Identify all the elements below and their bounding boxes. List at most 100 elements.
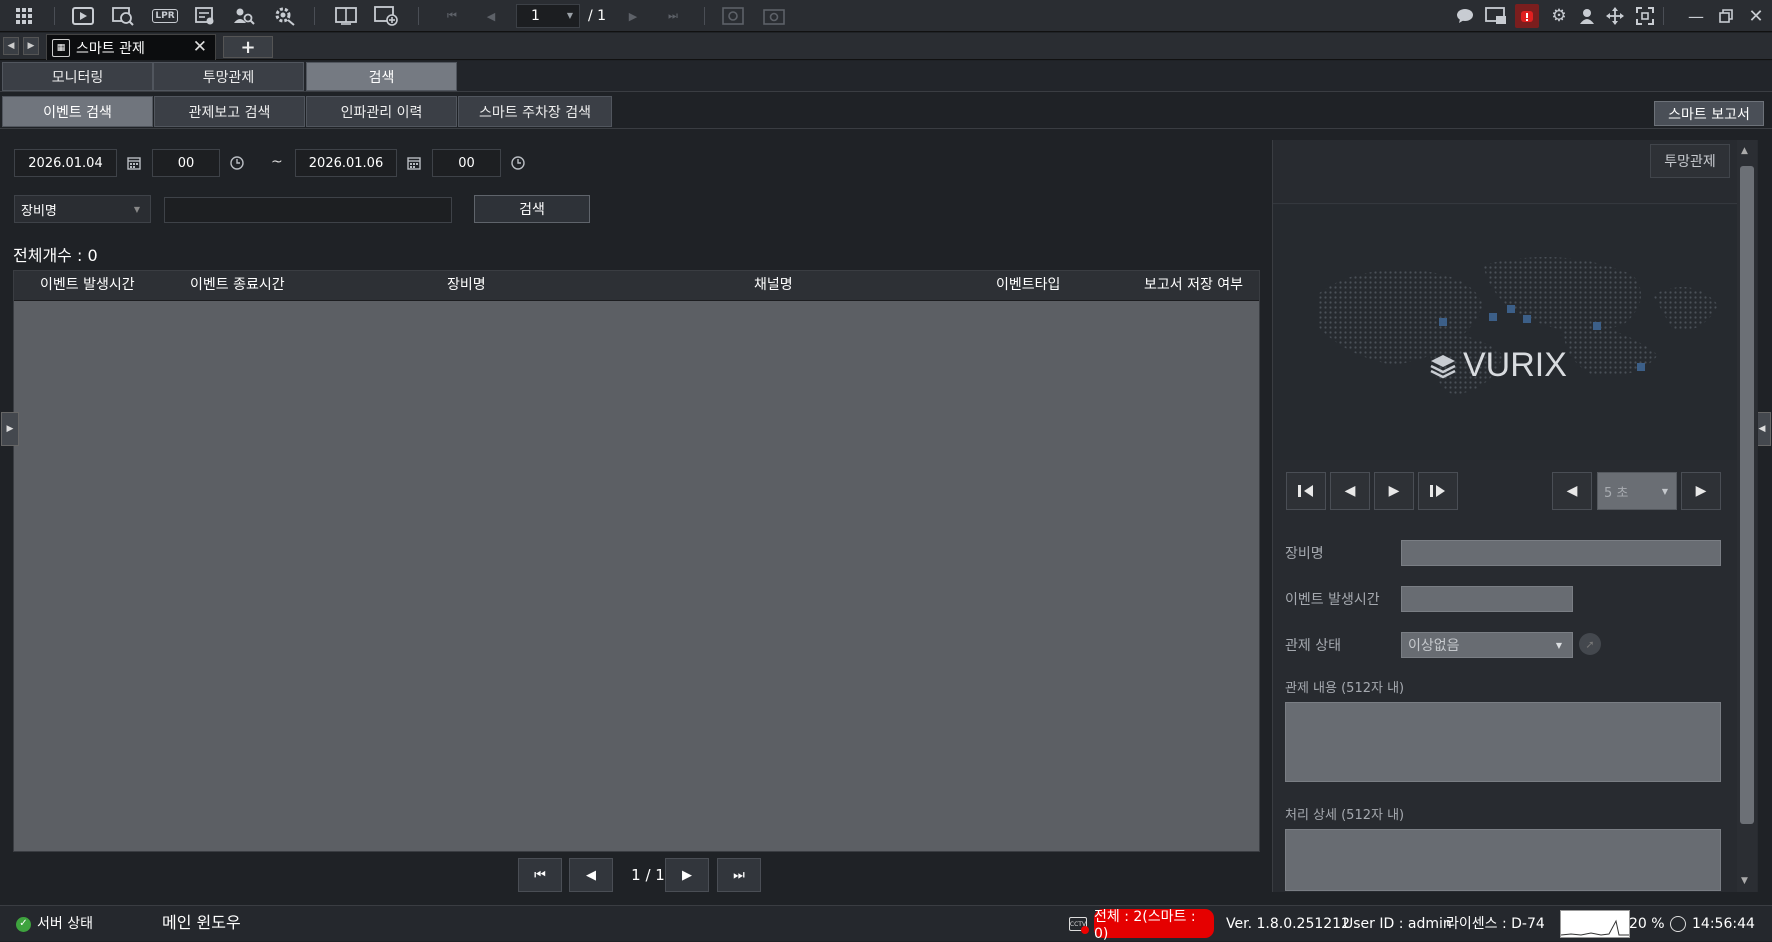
- status-bar: ✓ 서버 상태 메인 윈도우 CCTV 전체 : 2(스마트 : 0) Ver.…: [0, 905, 1772, 942]
- toolbar-separator: [54, 7, 55, 25]
- license-text: 라이센스 : D-74: [1446, 916, 1545, 932]
- toolbar-separator: [314, 7, 315, 25]
- subtab-control-report-search[interactable]: 관제보고 검색: [154, 96, 305, 127]
- results-table: 이벤트 발생시간 이벤트 종료시간 장비명 채널명 이벤트타입 보고서 저장 여…: [13, 270, 1260, 852]
- layout-icon[interactable]: [333, 4, 359, 28]
- scroll-up-icon[interactable]: ▲: [1741, 146, 1748, 156]
- first-page-icon[interactable]: ⏮: [439, 4, 465, 28]
- left-panel-toggle-icon[interactable]: ▶: [1, 412, 19, 446]
- tab-smart-control[interactable]: ▦ 스마트 관제 ✕: [46, 34, 216, 60]
- user-icon[interactable]: [1574, 4, 1600, 28]
- search-button[interactable]: 검색: [474, 195, 590, 223]
- toolbar-separator: [418, 7, 419, 25]
- calendar-icon[interactable]: [405, 154, 423, 172]
- content-label: 관제 내용 (512자 내): [1285, 681, 1405, 696]
- event-time-field[interactable]: [1401, 586, 1573, 612]
- interval-next-button[interactable]: ▶: [1681, 472, 1721, 510]
- first-page-button[interactable]: ⏮: [518, 858, 562, 892]
- clock-icon: [1670, 916, 1686, 932]
- next-page-icon[interactable]: ▶: [620, 4, 646, 28]
- server-status[interactable]: ✓ 서버 상태: [16, 906, 93, 942]
- column-header[interactable]: 장비명: [447, 271, 486, 300]
- next-page-button[interactable]: ▶: [665, 858, 709, 892]
- clock-icon[interactable]: [228, 154, 246, 172]
- chat-icon[interactable]: [1452, 4, 1478, 28]
- alarm-icon[interactable]: [1515, 4, 1539, 28]
- event-list-icon[interactable]: [192, 4, 218, 28]
- minimize-icon[interactable]: —: [1683, 4, 1709, 28]
- close-icon[interactable]: ✕: [1743, 4, 1769, 28]
- chevron-down-icon: ▼: [133, 204, 140, 214]
- column-header[interactable]: 이벤트 종료시간: [190, 271, 285, 300]
- document-tab-row: ◀ ▶ ▦ 스마트 관제 ✕ +: [0, 33, 1772, 60]
- gear-icon[interactable]: ⚙: [1546, 4, 1572, 28]
- move-icon[interactable]: [1602, 4, 1628, 28]
- step-back-button[interactable]: [1286, 472, 1326, 510]
- interval-prev-button[interactable]: ◀: [1552, 472, 1592, 510]
- last-page-button[interactable]: ⏭: [717, 858, 761, 892]
- close-tab-icon[interactable]: ✕: [193, 37, 207, 57]
- playback-search-icon[interactable]: [110, 4, 136, 28]
- alarm-count-badge[interactable]: 전체 : 2(스마트 : 0): [1094, 909, 1214, 942]
- refresh-icon[interactable]: [720, 4, 746, 28]
- video-preview: VURIX: [1273, 205, 1739, 460]
- notice-icon[interactable]: [1483, 4, 1509, 28]
- status-apply-icon[interactable]: ➚: [1579, 633, 1601, 655]
- person-search-icon[interactable]: [231, 4, 257, 28]
- tab-monitoring[interactable]: 모니터링: [2, 62, 153, 91]
- interval-select[interactable]: 5 초 ▼: [1597, 472, 1677, 510]
- tab-net-control[interactable]: 투망관제: [153, 62, 304, 91]
- status-label: 관제 상태: [1285, 638, 1341, 654]
- settings-search-icon[interactable]: [272, 4, 298, 28]
- device-field[interactable]: [1401, 540, 1721, 566]
- step-forward-button[interactable]: [1418, 472, 1458, 510]
- net-control-button[interactable]: 투망관제: [1650, 144, 1730, 178]
- rewind-button[interactable]: ◀: [1330, 472, 1370, 510]
- fullscreen-icon[interactable]: [1632, 4, 1658, 28]
- column-header[interactable]: 보고서 저장 여부: [1144, 271, 1243, 300]
- play-icon[interactable]: [70, 4, 96, 28]
- prev-page-icon[interactable]: ◀: [478, 4, 504, 28]
- interval-value: 5 초: [1604, 485, 1629, 501]
- main-window-label: 메인 윈도우: [162, 913, 241, 932]
- end-hour-field[interactable]: 00: [432, 149, 501, 177]
- detail-textarea[interactable]: [1285, 829, 1721, 891]
- tab-scroll-right-icon[interactable]: ▶: [23, 37, 39, 55]
- add-screen-icon[interactable]: [373, 4, 399, 28]
- add-tab-button[interactable]: +: [223, 36, 273, 58]
- subtab-crowd-history[interactable]: 인파관리 이력: [306, 96, 457, 127]
- column-header[interactable]: 이벤트타입: [996, 271, 1060, 300]
- scrollbar-thumb[interactable]: [1740, 166, 1754, 824]
- subtab-event-search[interactable]: 이벤트 검색: [2, 96, 153, 127]
- vurix-logo-text: VURIX: [1463, 346, 1567, 384]
- start-date-field[interactable]: 2026.01.04: [14, 149, 117, 177]
- subtab-smart-parking-search[interactable]: 스마트 주차장 검색: [458, 96, 612, 127]
- prev-page-button[interactable]: ◀: [569, 858, 613, 892]
- smart-report-button[interactable]: 스마트 보고서: [1654, 101, 1764, 126]
- user-id-text: User ID : admin: [1343, 916, 1452, 932]
- page-select[interactable]: 1 ▼: [516, 4, 580, 28]
- calendar-icon[interactable]: [125, 154, 143, 172]
- scroll-down-icon[interactable]: ▼: [1741, 876, 1748, 886]
- last-page-icon[interactable]: ⏭: [660, 4, 686, 28]
- column-header[interactable]: 이벤트 발생시간: [40, 271, 135, 300]
- detail-panel-scrollbar[interactable]: ▲ ▼: [1737, 140, 1757, 892]
- keyword-input[interactable]: [164, 197, 452, 223]
- toolbar-separator: [704, 7, 705, 25]
- play-button[interactable]: ▶: [1374, 472, 1414, 510]
- content-textarea[interactable]: [1285, 702, 1721, 782]
- alarm-dot-icon: [1081, 926, 1089, 934]
- tab-search[interactable]: 검색: [306, 62, 457, 91]
- search-filter-select[interactable]: 장비명 ▼: [14, 195, 151, 223]
- end-date-field[interactable]: 2026.01.06: [295, 149, 397, 177]
- status-select[interactable]: 이상없음 ▼: [1401, 632, 1573, 658]
- grid-icon[interactable]: [11, 4, 37, 28]
- start-hour-field[interactable]: 00: [152, 149, 220, 177]
- column-header[interactable]: 채널명: [754, 271, 793, 300]
- lpr-icon[interactable]: LPR: [151, 4, 179, 28]
- capture-icon[interactable]: [761, 4, 787, 28]
- clock-icon[interactable]: [509, 154, 527, 172]
- toolbar-separator: [1663, 7, 1664, 25]
- tab-scroll-left-icon[interactable]: ◀: [3, 37, 19, 55]
- restore-icon[interactable]: [1713, 4, 1739, 28]
